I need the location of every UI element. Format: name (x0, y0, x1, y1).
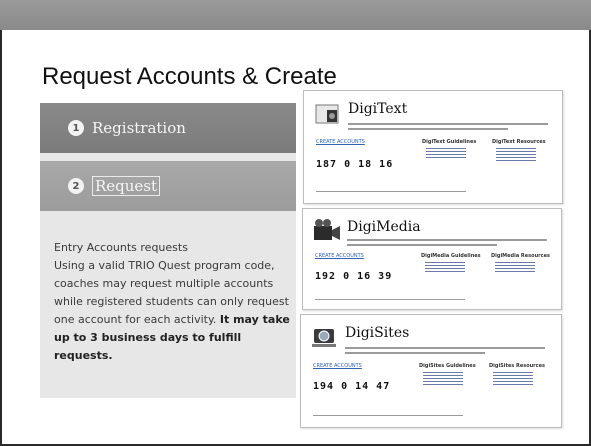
step-label: Request (92, 176, 161, 196)
guidelines-heading: DigiMedia Guidelines (421, 253, 481, 259)
resources-heading: DigiSites Resources (489, 363, 545, 369)
digisites-card: DigiSites CREATE ACCOUNTS 194 0 14 47 Di… (300, 314, 562, 428)
step-number: 1 (68, 120, 84, 136)
guidelines-list (421, 260, 471, 274)
description-line (345, 352, 485, 354)
resources-list (492, 146, 542, 163)
resources-list (491, 260, 541, 274)
step-label: Registration (92, 119, 186, 137)
countdown: 194 0 14 47 (313, 381, 391, 392)
description-line (348, 123, 548, 125)
create-accounts-link[interactable]: CREATE ACCOUNTS (316, 139, 365, 145)
slide-top-bar (0, 0, 591, 30)
info-heading: Entry Accounts requests (54, 241, 188, 254)
digimedia-card: DigiMedia CREATE ACCOUNTS 192 0 16 39 Di… (302, 208, 562, 310)
footer-line (313, 415, 463, 416)
guidelines-heading: DigiText Guidelines (422, 139, 477, 145)
card-title: DigiMedia (347, 219, 421, 235)
footer-line (315, 299, 465, 300)
resources-heading: DigiMedia Resources (491, 253, 550, 259)
resources-heading: DigiText Resources (492, 139, 546, 145)
card-title: DigiText (348, 101, 408, 117)
digitext-card: DigiText CREATE ACCOUNTS 187 0 18 16 Dig… (303, 90, 563, 204)
guidelines-list (422, 146, 472, 160)
step-number: 2 (68, 178, 84, 194)
film-camera-icon (314, 219, 340, 240)
card-title: DigiSites (345, 325, 410, 341)
countdown: 187 0 18 16 (316, 159, 394, 170)
globe-laptop-icon (312, 329, 336, 347)
step-request[interactable]: 2 Request (40, 161, 296, 211)
request-info: Entry Accounts requests Using a valid TR… (54, 239, 292, 365)
create-accounts-link[interactable]: CREATE ACCOUNTS (315, 253, 364, 259)
steps-panel: 1 Registration 2 Request Entry Accounts … (40, 103, 296, 398)
slide-title: Request Accounts & Create (42, 63, 337, 90)
create-accounts-link[interactable]: CREATE ACCOUNTS (313, 363, 362, 369)
guidelines-heading: DigiSites Guidelines (419, 363, 476, 369)
description-line (347, 239, 547, 241)
description-line (345, 347, 545, 349)
description-line (347, 244, 497, 246)
guidelines-list (419, 370, 469, 387)
footer-line (316, 191, 466, 192)
countdown: 192 0 16 39 (315, 271, 393, 282)
step-registration[interactable]: 1 Registration (40, 103, 296, 153)
resources-list (489, 370, 539, 387)
description-line (348, 128, 508, 130)
camera-icon (315, 104, 339, 124)
